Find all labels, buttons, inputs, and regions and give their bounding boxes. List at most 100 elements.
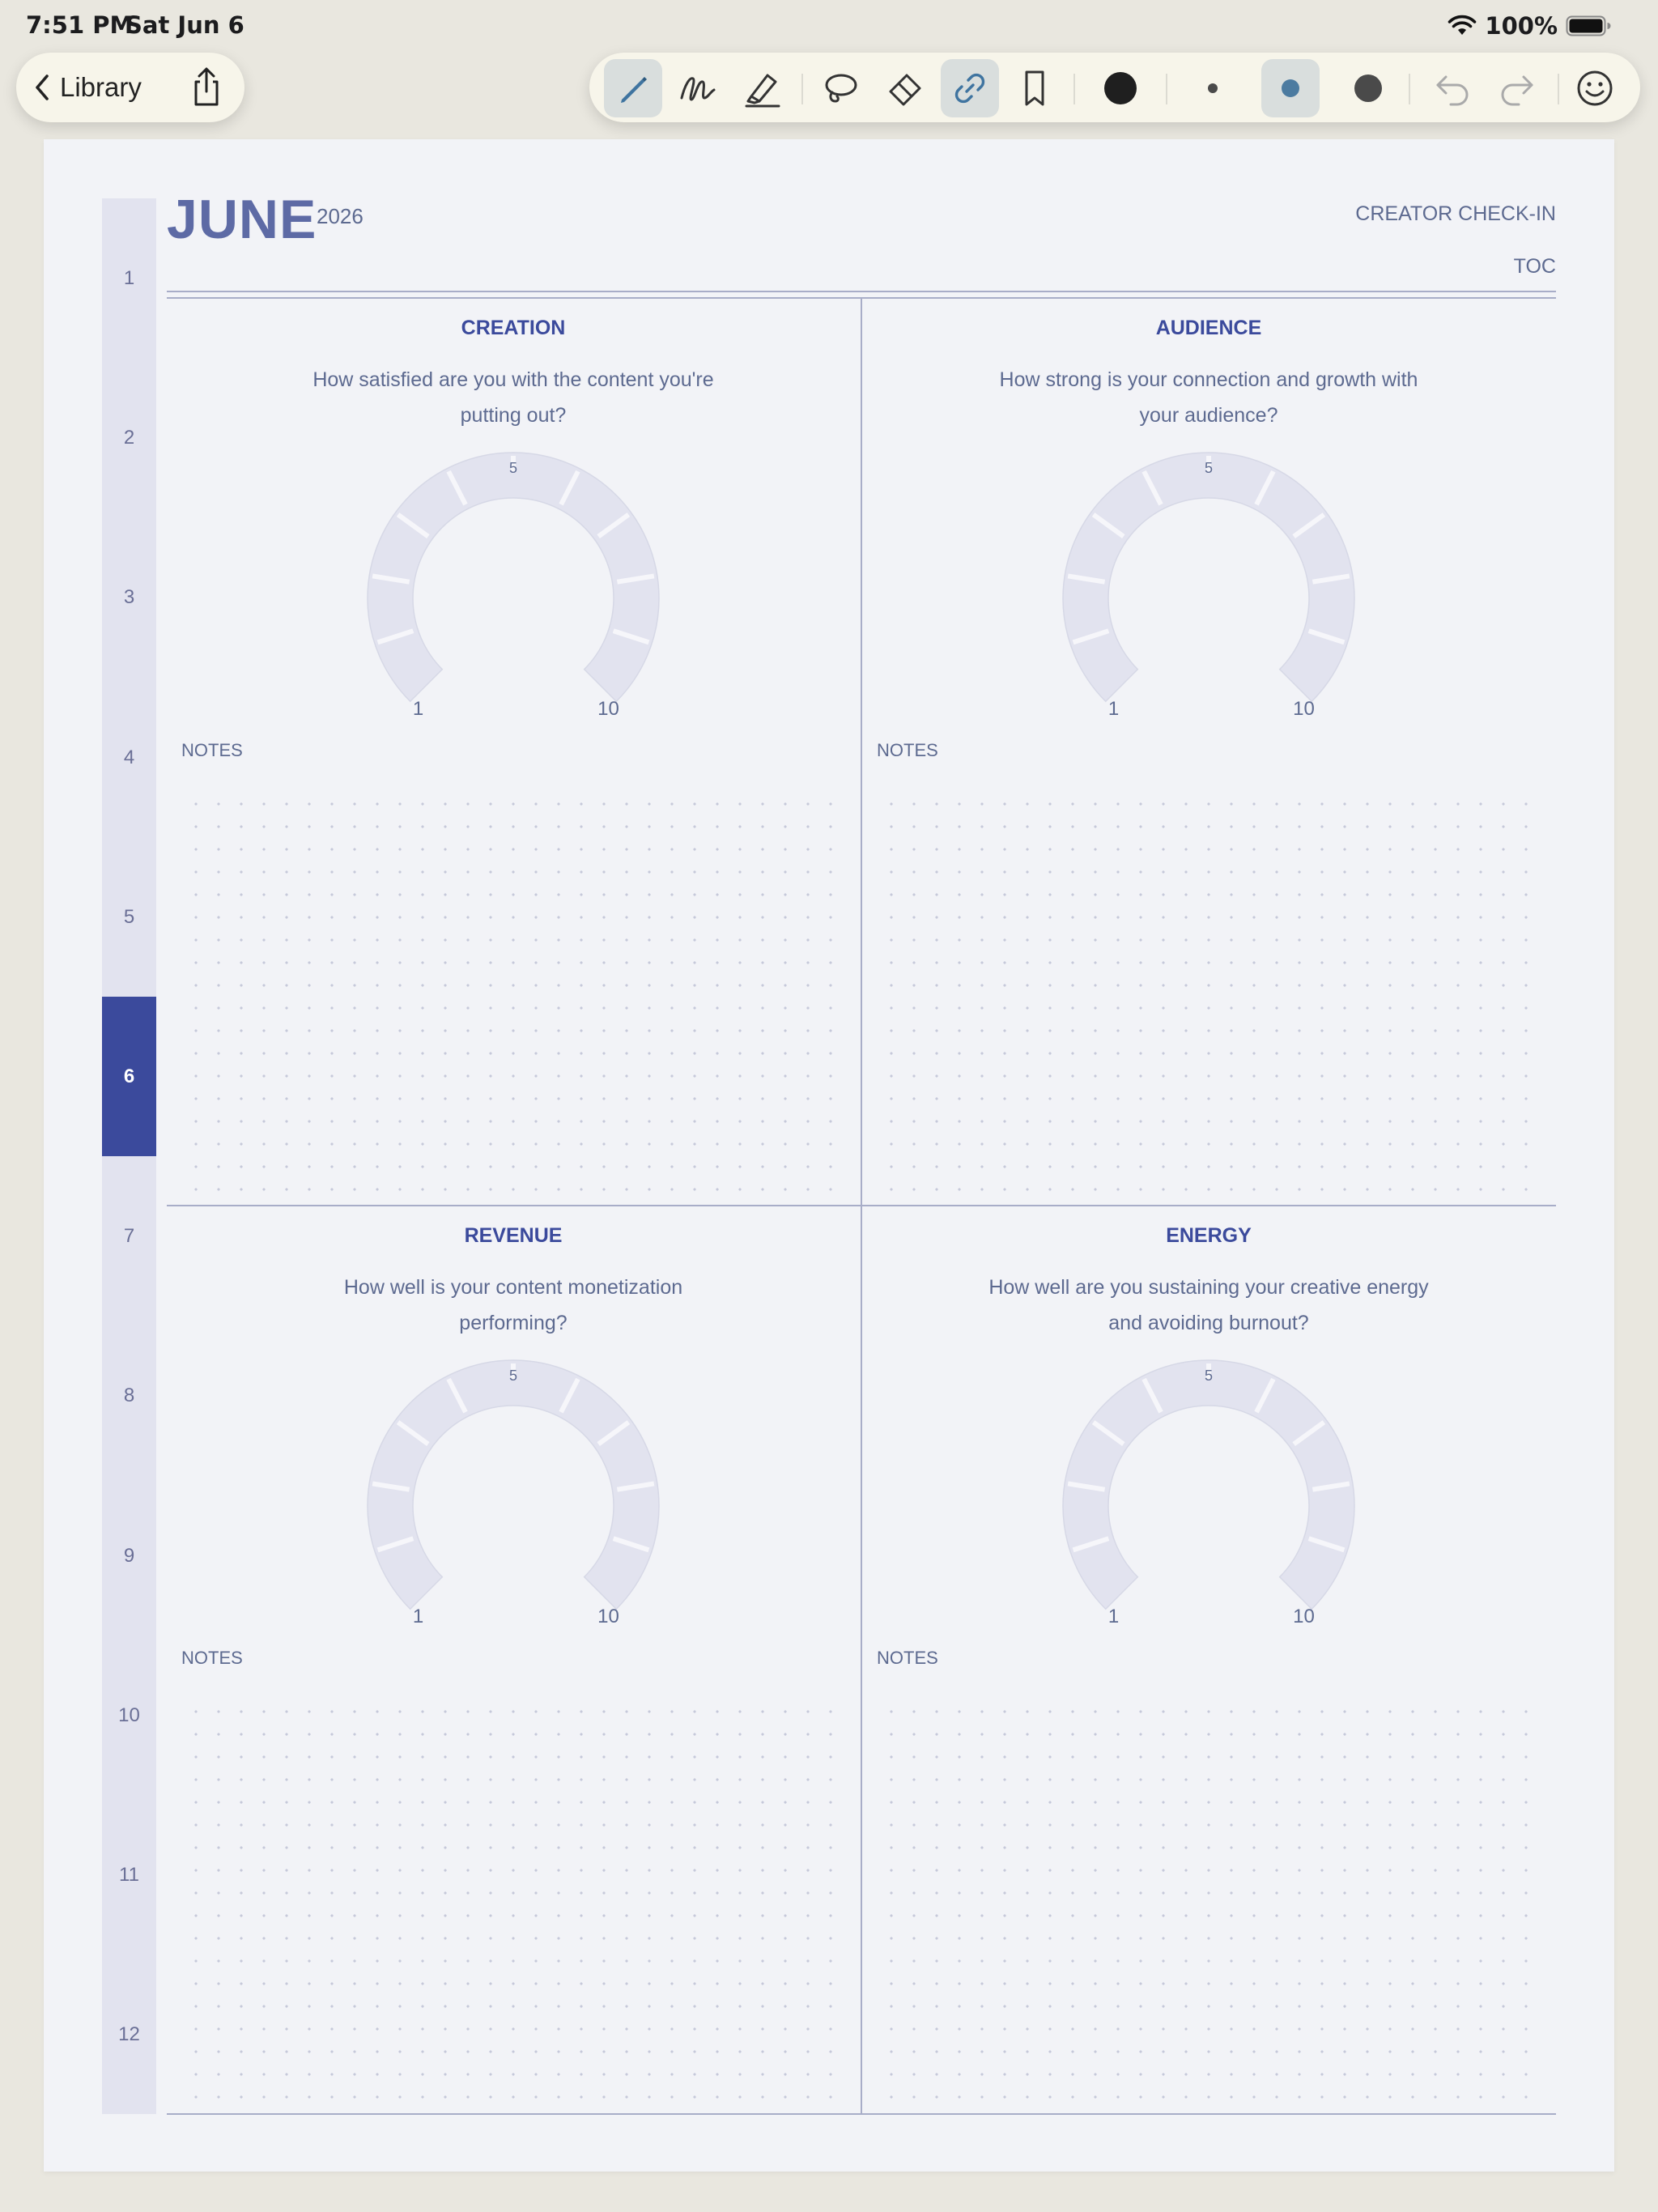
stroke-large-button[interactable]	[1339, 59, 1397, 117]
notes-label: NOTES	[877, 1648, 938, 1668]
smiley-icon	[1577, 70, 1613, 106]
header-divider	[167, 291, 1556, 292]
rating-gauge[interactable]: 5 1 10	[1014, 436, 1403, 728]
gauge-arc[interactable]	[1062, 1359, 1355, 1610]
section-prompt: How well are you sustaining your creativ…	[988, 1276, 1429, 1334]
section-title: AUDIENCE	[1155, 317, 1262, 339]
chevron-left-icon	[36, 74, 49, 100]
status-date: Sat Jun 6	[125, 11, 244, 39]
section-title: ENERGY	[1166, 1224, 1252, 1247]
bookmark-icon	[1025, 70, 1044, 106]
link-tool-button[interactable]	[941, 59, 999, 117]
gauge-max-label: 10	[1293, 698, 1315, 720]
battery-icon	[1566, 15, 1611, 36]
drawing-toolbar	[589, 53, 1640, 122]
library-nav: Library	[16, 53, 244, 122]
eraser-icon	[889, 74, 921, 106]
gauge-arc[interactable]	[1062, 452, 1355, 703]
toolbar-divider	[1073, 74, 1075, 104]
section-prompt: How satisfied are you with the content y…	[312, 368, 714, 427]
highlighter-tool-button[interactable]	[733, 59, 792, 117]
notes-dot-grid[interactable]	[880, 1700, 1537, 2105]
sticker-button[interactable]	[1566, 59, 1624, 117]
gauge-arc[interactable]	[367, 1359, 660, 1610]
month-tab[interactable]: 9	[102, 1476, 156, 1636]
library-back-button[interactable]: Library	[31, 53, 142, 122]
stroke-large-icon	[1354, 74, 1382, 102]
notes-dot-grid[interactable]	[185, 1700, 842, 2105]
share-icon	[194, 67, 219, 106]
share-button[interactable]	[185, 66, 228, 109]
gauge-arc[interactable]	[367, 452, 660, 703]
month-tab[interactable]: 10	[102, 1636, 156, 1795]
gauge-max-label: 10	[597, 1606, 619, 1627]
gauge-mid-label: 5	[1205, 1368, 1213, 1384]
gauge-max-label: 10	[597, 698, 619, 720]
stroke-small-icon	[1208, 83, 1218, 93]
stroke-medium-icon	[1282, 79, 1299, 97]
section-revenue: REVENUE How well is your content monetiz…	[167, 1206, 860, 2113]
status-time: 7:51 PM	[26, 11, 134, 39]
month-tab[interactable]: 7	[102, 1156, 156, 1316]
toolbar-divider	[1558, 74, 1559, 104]
gauge-mid-label: 5	[1205, 460, 1213, 476]
eraser-tool-button[interactable]	[876, 59, 934, 117]
month-tab[interactable]: 2	[102, 358, 156, 517]
undo-button[interactable]	[1423, 59, 1482, 117]
page-label: CREATOR CHECK-IN	[1355, 202, 1556, 225]
active-color-dot	[1104, 72, 1137, 104]
month-tab[interactable]: 11	[102, 1795, 156, 1955]
undo-icon	[1436, 75, 1469, 106]
notes-label: NOTES	[181, 1648, 243, 1668]
toolbar-divider	[801, 74, 803, 104]
notes-dot-grid[interactable]	[185, 793, 842, 1197]
month-tab[interactable]: 12	[102, 1955, 156, 2114]
section-title: CREATION	[461, 317, 566, 339]
gauge-min-label: 1	[413, 698, 423, 720]
month-tab[interactable]: 6	[102, 997, 156, 1156]
notes-dot-grid[interactable]	[880, 793, 1537, 1197]
rating-gauge[interactable]: 5 1 10	[319, 1344, 708, 1636]
gauge-min-label: 1	[1108, 1606, 1119, 1627]
month-sidebar: 1 2 3 4 5 6 7 8 9 10 11 12	[102, 198, 156, 2114]
fountain-pen-tool-button[interactable]	[669, 59, 727, 117]
month-tab[interactable]: 8	[102, 1316, 156, 1475]
month-tab[interactable]: 4	[102, 678, 156, 837]
month-tab[interactable]: 5	[102, 837, 156, 997]
pen-icon	[621, 77, 647, 103]
wifi-icon	[1448, 15, 1477, 35]
gauge-min-label: 1	[1108, 698, 1119, 720]
section-audience: AUDIENCE How strong is your connection a…	[862, 299, 1555, 1205]
section-prompt: How well is your content monetization pe…	[343, 1276, 683, 1334]
rating-gauge[interactable]: 5 1 10	[319, 436, 708, 728]
toc-link[interactable]: TOC	[1514, 255, 1556, 279]
year-label: 2026	[317, 204, 363, 228]
notes-label: NOTES	[877, 740, 938, 760]
status-indicators: 100%	[1448, 10, 1611, 42]
month-tab[interactable]: 3	[102, 517, 156, 677]
redo-button[interactable]	[1488, 59, 1546, 117]
section-prompt: How strong is your connection and growth…	[999, 368, 1418, 427]
color-swatch-icon	[1104, 72, 1137, 104]
pen-tool-button[interactable]	[604, 59, 662, 117]
status-bar: 7:51 PM Sat Jun 6 100%	[0, 0, 1658, 50]
gauge-mid-label: 5	[509, 1368, 517, 1384]
battery-percent: 100%	[1485, 12, 1558, 40]
lasso-tool-button[interactable]	[811, 59, 869, 117]
gauge-mid-label: 5	[509, 460, 517, 476]
redo-icon	[1501, 75, 1533, 106]
stroke-small-button[interactable]	[1184, 59, 1242, 117]
month-tab[interactable]: 1	[102, 198, 156, 358]
bookmark-tool-button[interactable]	[1005, 59, 1064, 117]
library-label: Library	[60, 72, 142, 102]
rating-gauge[interactable]: 5 1 10	[1014, 1344, 1403, 1636]
color-swatch-button[interactable]	[1091, 59, 1150, 117]
toolbar-divider	[1166, 74, 1167, 104]
stroke-medium-button[interactable]	[1261, 59, 1320, 117]
section-creation: CREATION How satisfied are you with the …	[167, 299, 860, 1205]
gauge-max-label: 10	[1293, 1606, 1315, 1627]
notes-label: NOTES	[181, 740, 243, 760]
fountain-pen-icon	[680, 77, 716, 101]
section-energy: ENERGY How well are you sustaining your …	[862, 1206, 1555, 2113]
toolbar-divider	[1409, 74, 1410, 104]
